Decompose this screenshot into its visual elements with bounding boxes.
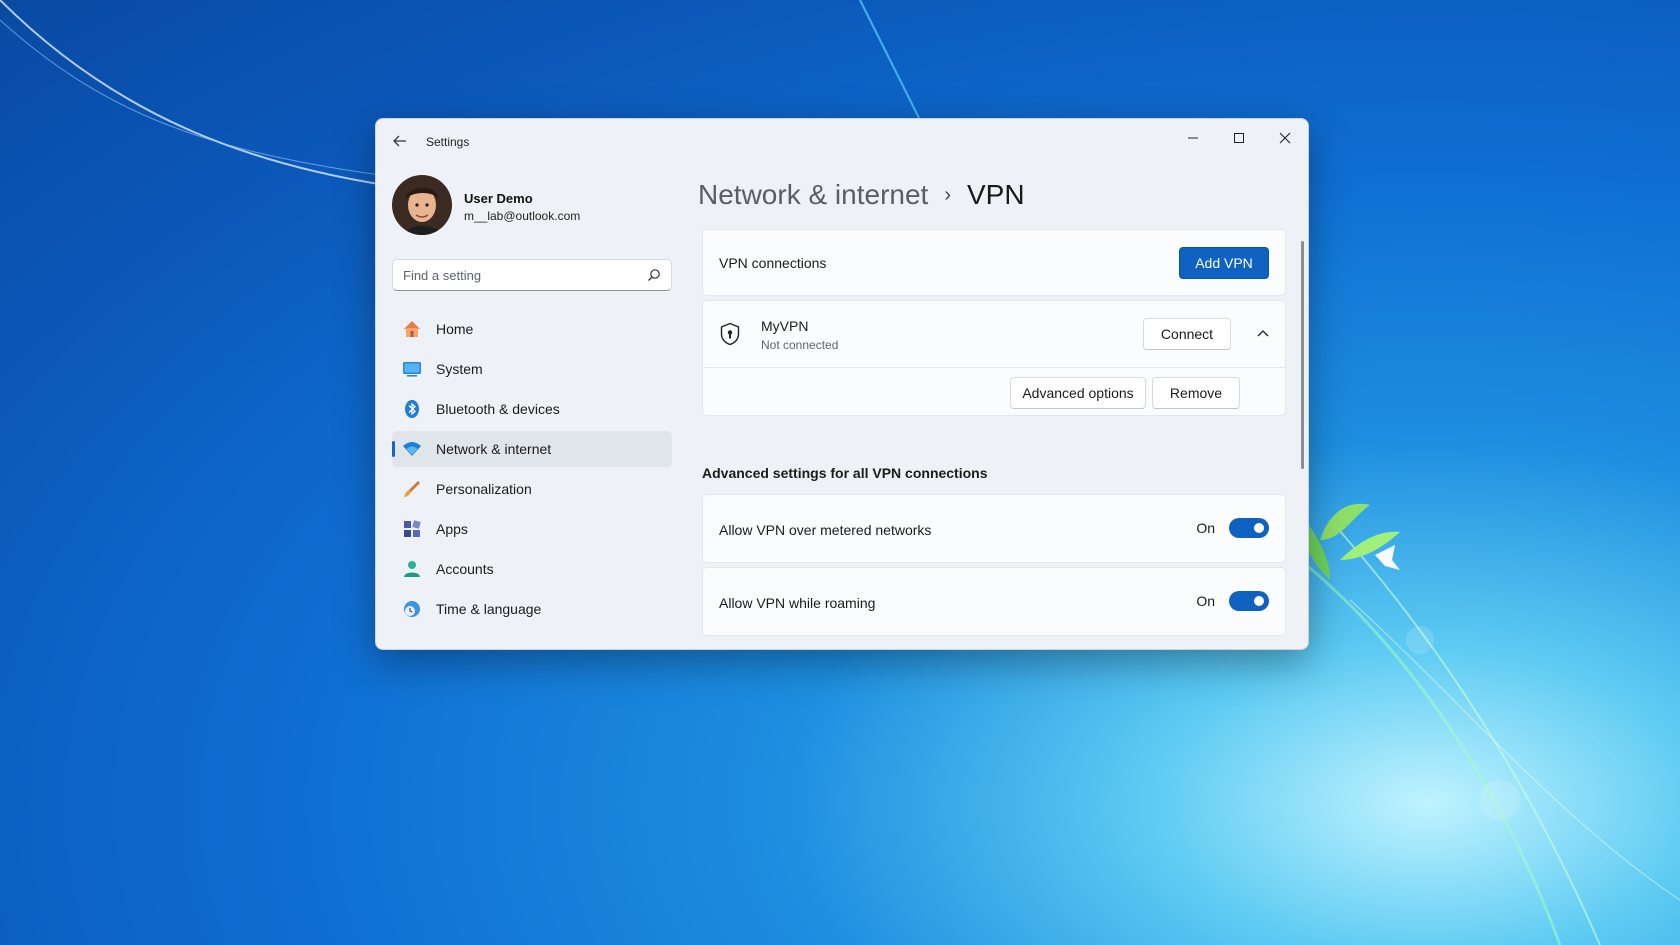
sidebar-item-accounts[interactable]: Accounts (392, 551, 672, 587)
sidebar-item-label: Network & internet (436, 441, 552, 457)
home-icon (402, 319, 422, 339)
maximize-button[interactable] (1216, 123, 1262, 153)
user-email: m__lab@outlook.com (464, 209, 581, 223)
vpn-connections-label: VPN connections (719, 255, 827, 271)
page-title: VPN (967, 179, 1025, 210)
setting-label: Allow VPN while roaming (719, 595, 876, 611)
sidebar-item-home[interactable]: Home (392, 311, 672, 347)
title-bar: Settings (376, 119, 1308, 159)
connect-button[interactable]: Connect (1143, 318, 1231, 350)
apps-icon (402, 519, 422, 539)
sidebar-item-system[interactable]: System (392, 351, 672, 387)
system-icon (402, 359, 422, 379)
settings-window: Settings User Demo m__lab@outlook.com Fi… (375, 118, 1309, 650)
minimize-button[interactable] (1170, 123, 1216, 153)
sidebar-item-time-language[interactable]: Time & language (392, 591, 672, 627)
sidebar-item-label: Personalization (436, 481, 532, 497)
vpn-entry-header[interactable]: MyVPN Not connected Connect (703, 301, 1285, 367)
search-box[interactable] (392, 259, 672, 291)
toggle-state-label: On (1196, 593, 1215, 609)
vpn-connections-card: VPN connections Add VPN (702, 229, 1286, 296)
sidebar-item-network-internet[interactable]: Network & internet (392, 431, 672, 467)
avatar[interactable] (392, 175, 452, 235)
toggle-knob (1254, 596, 1264, 606)
chevron-up-icon[interactable] (1257, 329, 1269, 339)
setting-row-metered: Allow VPN over metered networks On (702, 494, 1286, 563)
sidebar-item-personalization[interactable]: Personalization (392, 471, 672, 507)
wifi-icon (402, 439, 422, 459)
setting-label: Allow VPN over metered networks (719, 522, 932, 538)
metered-networks-toggle[interactable] (1229, 518, 1269, 538)
sidebar-item-label: Accounts (436, 561, 494, 577)
roaming-toggle[interactable] (1229, 591, 1269, 611)
user-profile[interactable]: User Demo m__lab@outlook.com (392, 175, 652, 237)
sidebar-item-label: Apps (436, 521, 468, 537)
remove-button[interactable]: Remove (1152, 377, 1240, 409)
minimize-icon (1188, 137, 1198, 139)
scrollbar[interactable] (1301, 241, 1304, 469)
sidebar-item-label: System (436, 361, 483, 377)
maximize-icon (1234, 133, 1244, 143)
setting-row-roaming: Allow VPN while roaming On (702, 567, 1286, 636)
close-icon (1279, 132, 1291, 144)
bluetooth-icon (402, 399, 422, 419)
back-arrow-icon (393, 135, 406, 147)
vpn-entry-card: MyVPN Not connected Connect Advanced opt… (702, 300, 1286, 416)
breadcrumb-parent[interactable]: Network & internet (698, 179, 928, 211)
user-avatar-icon (392, 175, 452, 235)
section-header: Advanced settings for all VPN connection… (702, 465, 988, 481)
shield-icon (720, 322, 740, 346)
vpn-name: MyVPN (761, 318, 809, 334)
chevron-right-icon: › (944, 183, 951, 206)
accounts-icon (402, 559, 422, 579)
sidebar-item-bluetooth-devices[interactable]: Bluetooth & devices (392, 391, 672, 427)
search-input[interactable] (393, 260, 633, 290)
user-name: User Demo (464, 191, 533, 206)
search-icon[interactable] (647, 268, 661, 282)
toggle-knob (1254, 523, 1264, 533)
sidebar-item-label: Time & language (436, 601, 542, 617)
toggle-state-label: On (1196, 520, 1215, 536)
brush-icon (402, 479, 422, 499)
app-title: Settings (426, 135, 470, 149)
advanced-options-button[interactable]: Advanced options (1010, 377, 1146, 409)
time-language-icon (402, 599, 422, 619)
sidebar-item-label: Bluetooth & devices (436, 401, 560, 417)
sidebar-nav: Home System Bluetooth & devices Network … (392, 311, 672, 631)
sidebar-item-label: Home (436, 321, 474, 337)
breadcrumb: Network & internet › VPN (698, 175, 1025, 215)
sidebar-item-apps[interactable]: Apps (392, 511, 672, 547)
close-button[interactable] (1262, 123, 1308, 153)
divider (703, 367, 1285, 368)
back-button[interactable] (388, 129, 412, 153)
vpn-status: Not connected (761, 338, 839, 352)
add-vpn-button[interactable]: Add VPN (1179, 247, 1269, 279)
